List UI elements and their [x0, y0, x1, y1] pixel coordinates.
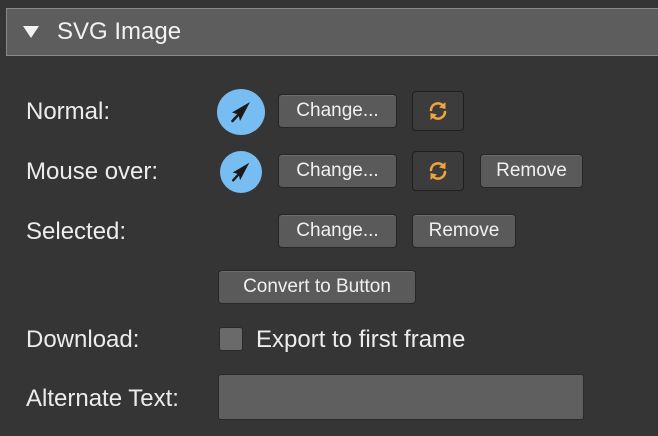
export-first-frame-checkbox[interactable] — [219, 327, 243, 351]
selected-label: Selected: — [26, 218, 127, 245]
alternate-text-input[interactable] — [218, 374, 584, 420]
convert-to-button-button[interactable]: Convert to Button — [218, 270, 416, 304]
mouse-over-image-thumbnail — [220, 151, 262, 193]
cursor-arrow-icon — [231, 102, 250, 123]
normal-label: Normal: — [26, 98, 111, 125]
svg-image-panel: SVG Image Normal: Change... Mouse over: … — [0, 0, 658, 436]
mouse-over-change-button[interactable]: Change... — [278, 154, 397, 188]
selected-change-button[interactable]: Change... — [278, 214, 397, 248]
section-header[interactable]: SVG Image — [6, 8, 658, 56]
normal-change-button[interactable]: Change... — [278, 94, 397, 128]
alternate-text-label: Alternate Text: — [26, 385, 179, 412]
mouse-over-label: Mouse over: — [26, 158, 159, 185]
export-first-frame-label[interactable]: Export to first frame — [256, 325, 465, 355]
mouse-over-refresh-button[interactable] — [412, 151, 464, 191]
selected-remove-button[interactable]: Remove — [412, 214, 516, 248]
refresh-icon — [429, 162, 447, 180]
refresh-icon — [429, 102, 447, 120]
download-label: Download: — [26, 326, 140, 353]
triangle-down-icon[interactable] — [23, 26, 39, 38]
normal-image-thumbnail — [217, 89, 265, 135]
section-title: SVG Image — [57, 18, 182, 45]
cursor-arrow-icon — [231, 162, 250, 182]
mouse-over-remove-button[interactable]: Remove — [480, 154, 583, 188]
normal-refresh-button[interactable] — [412, 91, 464, 131]
